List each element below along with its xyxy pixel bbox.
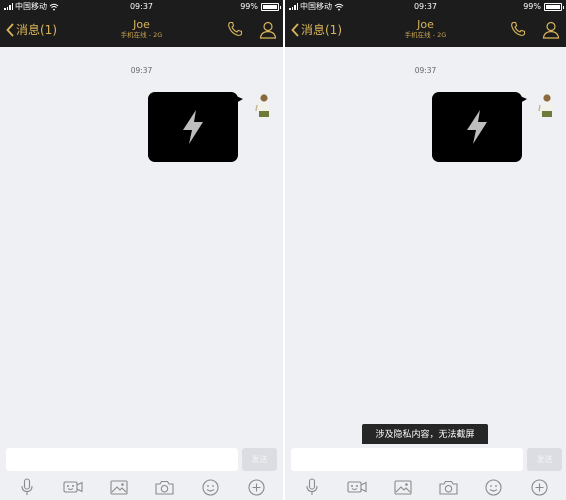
battery-icon	[544, 2, 564, 11]
lightning-icon	[183, 110, 203, 144]
video-icon[interactable]	[346, 477, 368, 497]
battery-info: 99%	[523, 0, 564, 13]
phone-call-icon[interactable]	[510, 21, 526, 37]
message-timestamp: 09:37	[130, 66, 153, 75]
battery-icon	[261, 2, 281, 11]
message-bubble-flash-image[interactable]	[148, 92, 243, 162]
message-bubble-flash-image[interactable]	[432, 92, 527, 162]
phone-screen-right: 中国移动 09:37 99% 消息(1) Joe 手机在线 - 2G 09:37…	[285, 0, 566, 500]
image-icon[interactable]	[108, 477, 130, 497]
microphone-icon[interactable]	[301, 477, 323, 497]
emoji-icon[interactable]	[199, 477, 221, 497]
battery-info: 99%	[240, 0, 281, 13]
message-timestamp: 09:37	[414, 66, 437, 75]
battery-percent: 99%	[523, 2, 541, 11]
status-bar: 中国移动 09:37 99%	[285, 0, 566, 13]
battery-fill	[546, 4, 560, 9]
input-bar: 发送	[285, 444, 566, 474]
plus-icon[interactable]	[245, 477, 267, 497]
contact-profile-icon[interactable]	[542, 21, 560, 39]
avatar[interactable]	[254, 92, 274, 118]
battery-percent: 99%	[240, 2, 258, 11]
battery-fill	[263, 4, 277, 9]
nav-bar: 消息(1) Joe 手机在线 - 2G	[285, 13, 566, 47]
nav-bar: 消息(1) Joe 手机在线 - 2G	[0, 13, 283, 47]
video-icon[interactable]	[62, 477, 84, 497]
avatar[interactable]	[537, 92, 557, 118]
status-bar: 中国移动 09:37 99%	[0, 0, 283, 13]
lightning-icon	[467, 110, 487, 144]
phone-call-icon[interactable]	[227, 21, 243, 37]
plus-icon[interactable]	[528, 477, 550, 497]
camera-icon[interactable]	[153, 477, 175, 497]
camera-icon[interactable]	[437, 477, 459, 497]
message-input[interactable]	[291, 448, 523, 471]
chat-toolbar	[285, 474, 566, 500]
emoji-icon[interactable]	[483, 477, 505, 497]
send-button[interactable]: 发送	[242, 448, 277, 471]
input-bar: 发送	[0, 444, 283, 474]
screenshot-blocked-toast: 涉及隐私内容，无法截屏	[362, 424, 488, 446]
image-icon[interactable]	[392, 477, 414, 497]
phone-screen-left: 中国移动 09:37 99% 消息(1) Joe 手机在线 - 2G 09:37…	[0, 0, 283, 500]
contact-profile-icon[interactable]	[259, 21, 277, 39]
message-input[interactable]	[6, 448, 238, 471]
send-button[interactable]: 发送	[527, 448, 562, 471]
microphone-icon[interactable]	[16, 477, 38, 497]
chat-toolbar	[0, 474, 283, 500]
